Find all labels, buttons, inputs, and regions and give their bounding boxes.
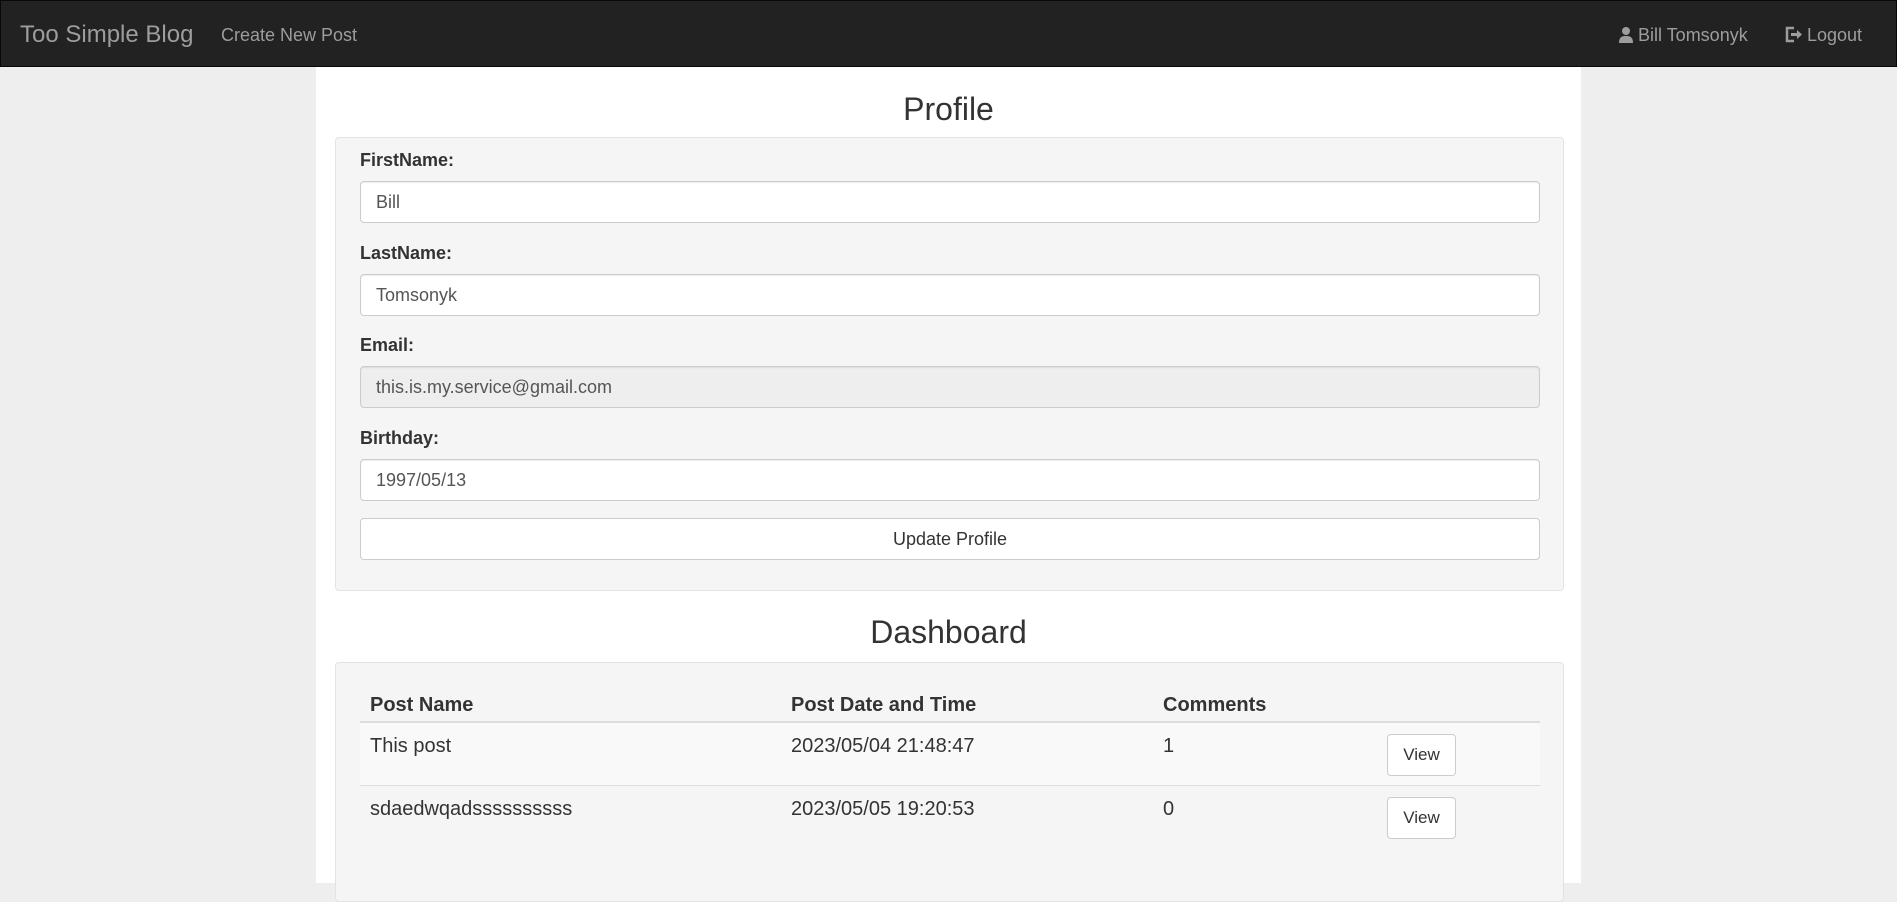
last-name-field[interactable]: Tomsonyk [360, 274, 1540, 316]
user-profile-link[interactable]: Bill Tomsonyk [1618, 25, 1748, 47]
brand-link[interactable]: Too Simple Blog [20, 21, 193, 49]
create-new-post-link[interactable]: Create New Post [221, 25, 357, 45]
column-post-name: Post Name [370, 694, 474, 716]
logout-link[interactable]: Logout [1785, 25, 1862, 47]
user-icon [1618, 26, 1634, 47]
email-field: this.is.my.service@gmail.com [360, 366, 1540, 408]
post-date-cell: 2023/05/05 19:20:53 [791, 798, 975, 820]
last-name-label: LastName: [360, 243, 453, 263]
birthday-label: Birthday: [360, 428, 440, 448]
profile-form: FirstName: Bill LastName: Tomsonyk Email… [335, 137, 1564, 591]
first-name-field[interactable]: Bill [360, 181, 1540, 223]
table-row: This post 2023/05/04 21:48:47 1 View [360, 723, 1540, 786]
user-name-label: Bill Tomsonyk [1638, 25, 1748, 45]
post-date-cell: 2023/05/04 21:48:47 [791, 735, 975, 757]
table-header: Post Name Post Date and Time Comments [360, 683, 1540, 723]
dashboard-title: Dashboard [870, 614, 1027, 650]
main-container: Profile FirstName: Bill LastName: Tomson… [316, 67, 1581, 902]
view-post-button[interactable]: View [1387, 734, 1456, 776]
profile-title: Profile [903, 91, 994, 127]
column-post-date: Post Date and Time [791, 694, 977, 716]
post-name-cell: sdaedwqadssssssssss [370, 798, 573, 820]
column-comments: Comments [1163, 694, 1267, 716]
navbar: Too Simple Blog Create New Post Bill Tom… [0, 0, 1897, 67]
post-name-cell: This post [370, 735, 452, 757]
posts-table: Post Name Post Date and Time Comments Th… [360, 683, 1540, 849]
email-label: Email: [360, 335, 415, 355]
birthday-field[interactable]: 1997/05/13 [360, 459, 1540, 501]
comments-cell: 1 [1163, 735, 1175, 757]
logout-icon [1785, 26, 1803, 47]
logout-label: Logout [1807, 25, 1863, 45]
comments-cell: 0 [1163, 798, 1175, 820]
update-profile-button[interactable]: Update Profile [360, 518, 1540, 560]
dashboard-panel: Post Name Post Date and Time Comments Th… [335, 662, 1564, 902]
view-post-button[interactable]: View [1387, 797, 1456, 839]
first-name-label: FirstName: [360, 150, 455, 170]
table-row: sdaedwqadssssssssss 2023/05/05 19:20:53 … [360, 786, 1540, 849]
